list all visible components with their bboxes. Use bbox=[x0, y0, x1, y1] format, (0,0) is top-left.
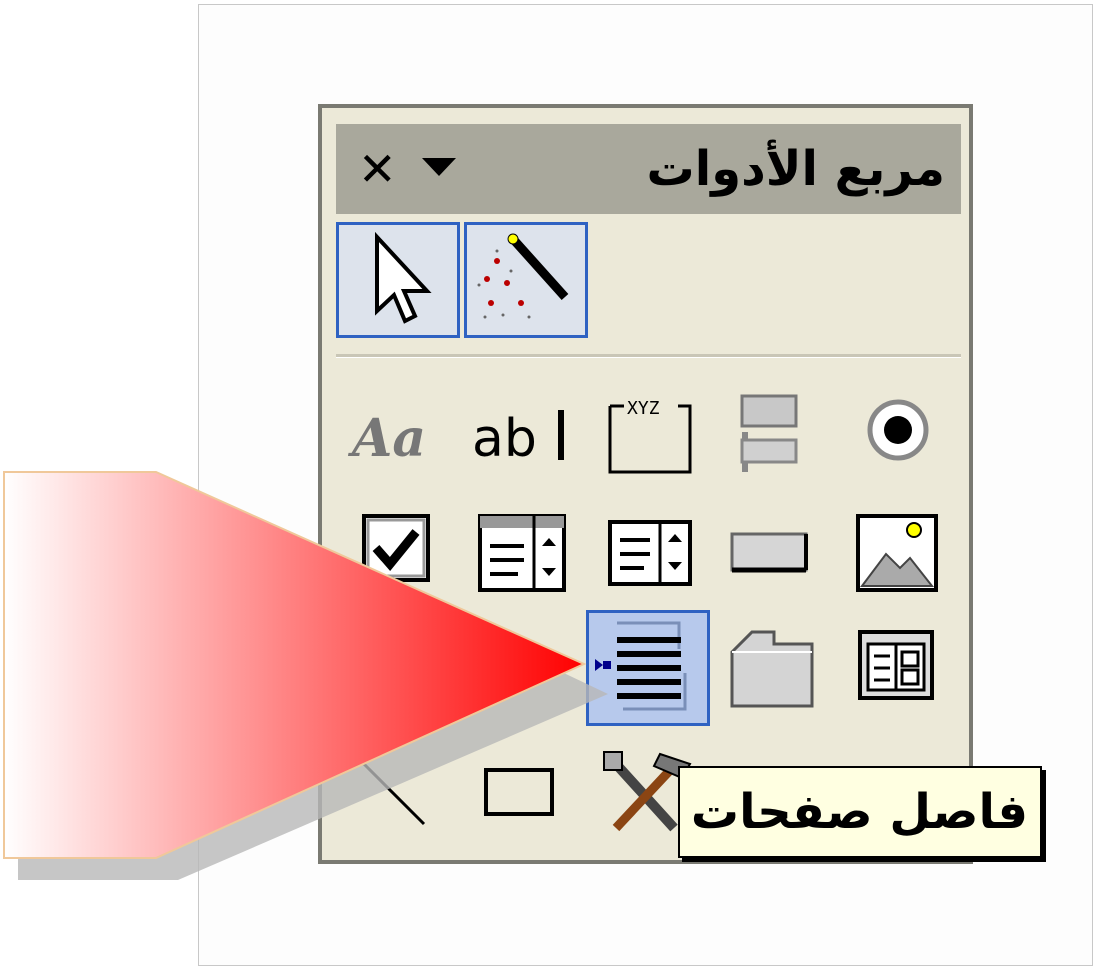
unbound-object-icon: XYZ bbox=[360, 632, 442, 710]
svg-text:XYZ: XYZ bbox=[627, 398, 660, 419]
checkbox-icon bbox=[362, 514, 430, 582]
magic-wand-icon bbox=[477, 233, 569, 319]
svg-text:XYZ: XYZ bbox=[372, 632, 405, 653]
textbox-icon: ab bbox=[472, 409, 564, 469]
checkbox-tool[interactable] bbox=[344, 506, 454, 606]
command-button-tool[interactable] bbox=[718, 506, 828, 606]
subform-icon bbox=[858, 630, 934, 700]
toggle-button-icon bbox=[740, 394, 798, 472]
option-button-tool[interactable] bbox=[844, 384, 954, 484]
pointer-arrow-icon bbox=[375, 231, 432, 324]
select-objects-tool[interactable] bbox=[336, 222, 460, 338]
tab-control-tool[interactable] bbox=[726, 622, 836, 722]
rectangle-tool[interactable] bbox=[468, 744, 578, 844]
combobox-icon bbox=[478, 514, 566, 592]
option-group-icon: XYZ bbox=[608, 398, 692, 474]
label-icon: Aa bbox=[347, 408, 426, 469]
tooltip-text: فاصل صفحات bbox=[690, 784, 1028, 840]
unbound-object-frame-tool[interactable]: XYZ bbox=[344, 618, 454, 718]
command-button-icon bbox=[730, 532, 808, 573]
tooltip: فاصل صفحات bbox=[678, 766, 1042, 858]
subform-tool[interactable] bbox=[844, 622, 954, 722]
image-tool[interactable] bbox=[844, 506, 954, 606]
listbox-tool[interactable] bbox=[594, 506, 704, 606]
option-group-tool[interactable]: XYZ bbox=[594, 384, 704, 484]
svg-text:Aa: Aa bbox=[347, 408, 426, 469]
rectangle-icon bbox=[484, 768, 554, 816]
close-icon[interactable]: ✕ bbox=[358, 124, 397, 214]
svg-text:ab: ab bbox=[472, 409, 537, 469]
chevron-down-icon[interactable] bbox=[422, 158, 456, 176]
tab-control-icon bbox=[730, 630, 814, 708]
toolbox-title: مربع الأدوات bbox=[646, 141, 945, 197]
radio-icon bbox=[867, 399, 929, 461]
listbox-icon bbox=[608, 520, 692, 586]
textbox-tool[interactable]: ab bbox=[468, 384, 578, 484]
toggle-button-tool[interactable] bbox=[718, 384, 828, 484]
control-wizards-tool[interactable] bbox=[464, 222, 588, 338]
line-icon bbox=[362, 762, 426, 826]
image-icon bbox=[856, 514, 938, 592]
label-tool[interactable]: Aa bbox=[344, 384, 454, 484]
toolbox-window: ✕ مربع الأدوات Aa ab XYZ XYZ bbox=[318, 104, 973, 864]
toolbox-titlebar[interactable]: ✕ مربع الأدوات bbox=[336, 124, 961, 214]
line-tool[interactable] bbox=[344, 744, 454, 844]
page-break-icon bbox=[595, 621, 687, 711]
combobox-tool[interactable] bbox=[468, 506, 578, 606]
toolbox-separator bbox=[336, 354, 961, 358]
page-break-tool[interactable] bbox=[586, 610, 710, 726]
